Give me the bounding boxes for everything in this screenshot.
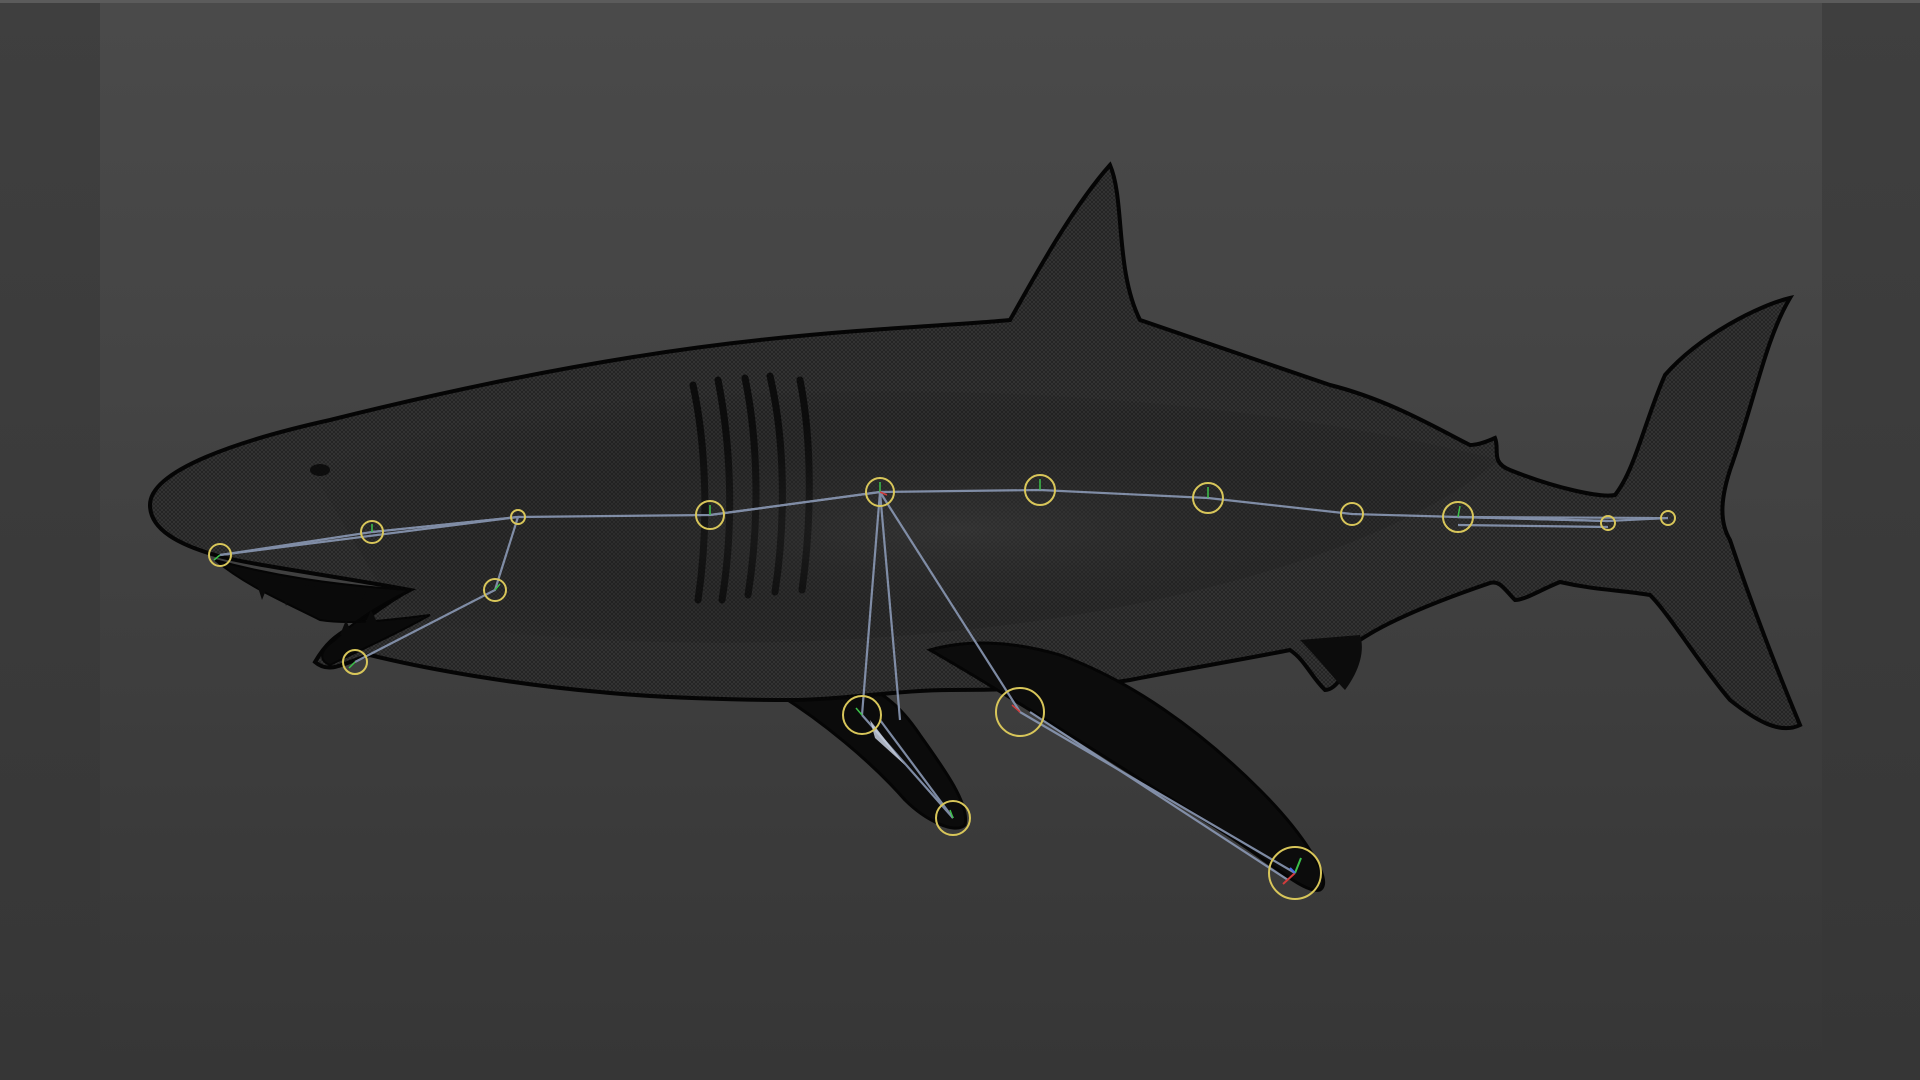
right-side-panel <box>1822 3 1920 1080</box>
3d-viewport[interactable] <box>100 3 1822 1080</box>
scene-canvas[interactable] <box>100 3 1822 1080</box>
left-side-panel <box>0 3 100 1080</box>
far-pectoral-fin-mesh <box>775 683 968 830</box>
shark-eye <box>310 464 330 476</box>
app-window <box>0 0 1920 1080</box>
shark-mesh[interactable] <box>147 161 1803 892</box>
